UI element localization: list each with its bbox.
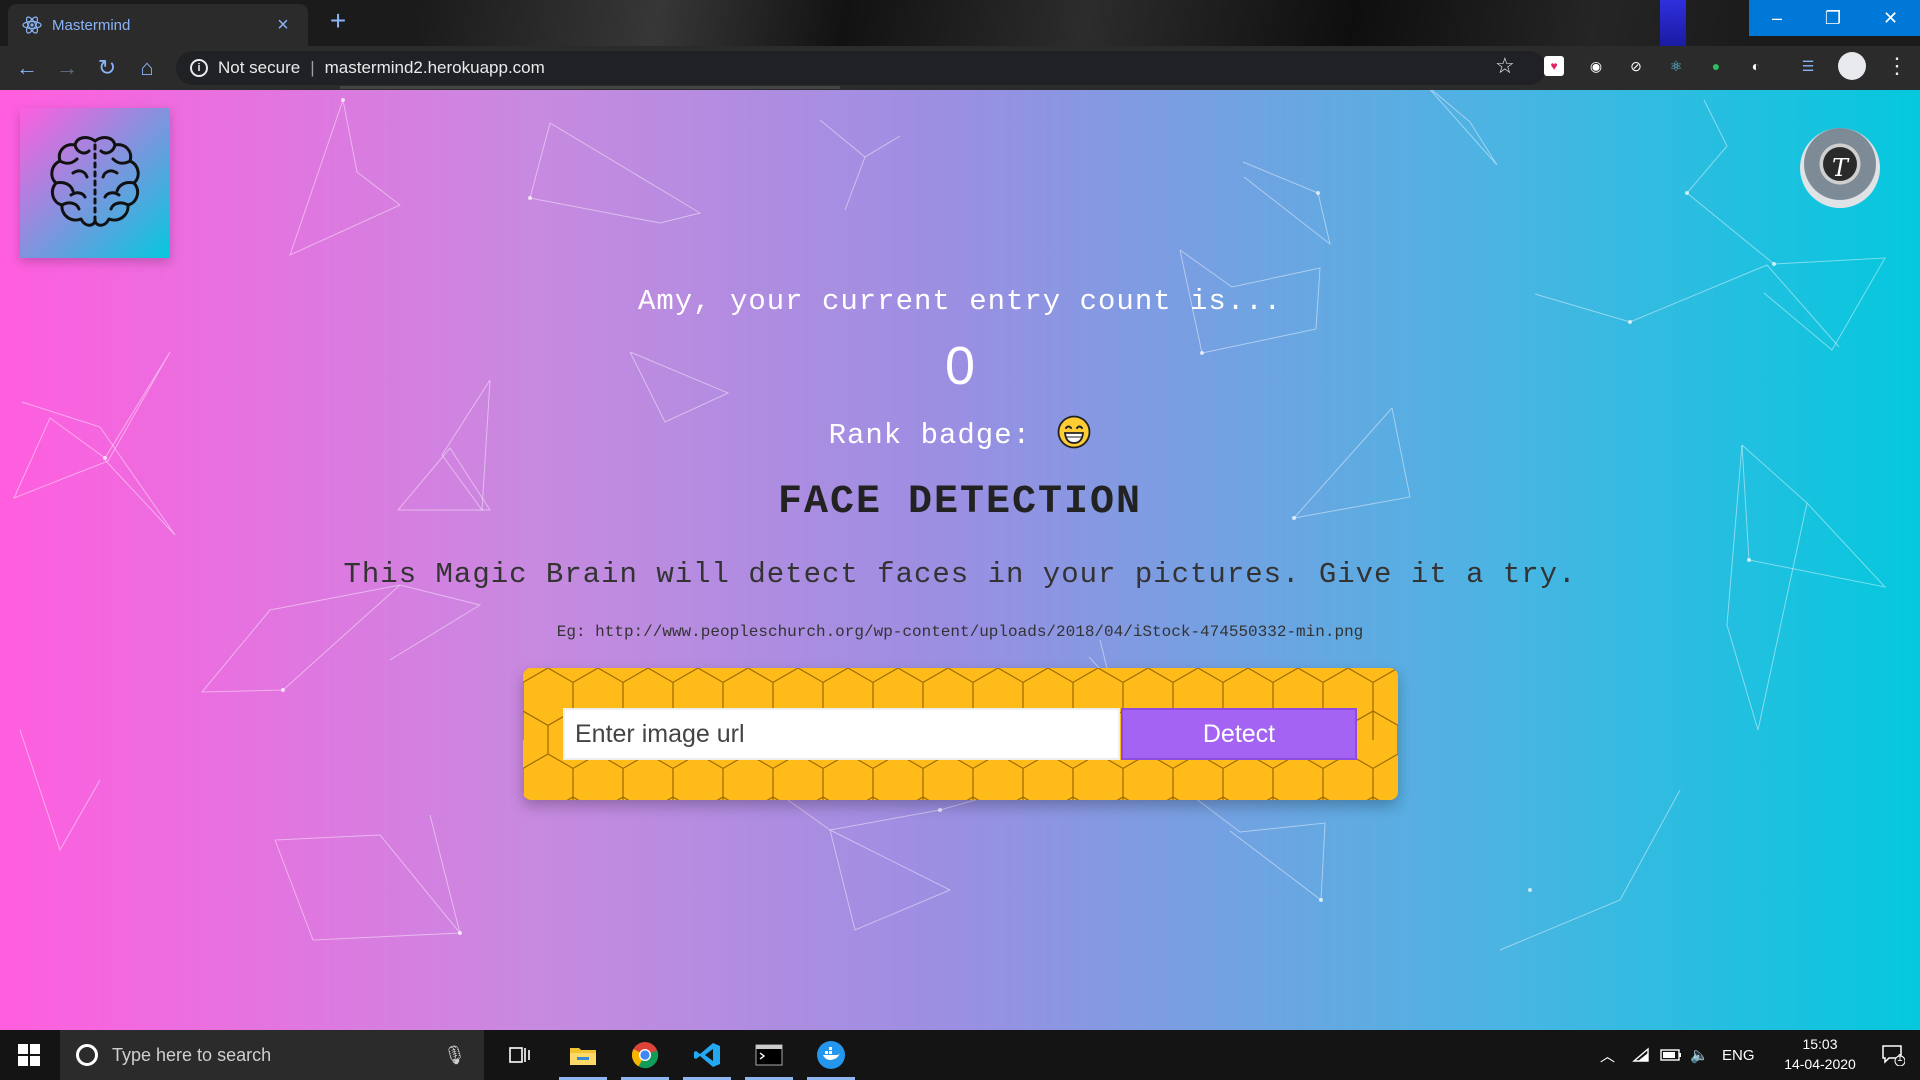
app-page: T Amy, your current entry count is... 0 … (0, 90, 1920, 1030)
user-avatar[interactable]: T (1800, 128, 1880, 208)
tab-title: Mastermind (52, 16, 131, 34)
forward-arrow-icon[interactable]: → (52, 53, 82, 83)
spy-extension-icon[interactable]: ◉ (1584, 54, 1608, 78)
bookmark-star-icon[interactable]: ☆ (1495, 53, 1515, 79)
example-url: Eg: http://www.peopleschurch.org/wp-cont… (556, 623, 1364, 641)
cortana-icon (76, 1044, 98, 1066)
block-extension-icon[interactable]: ⊘ (1624, 54, 1648, 78)
action-center-icon[interactable]: 1 (1866, 1030, 1920, 1080)
home-icon[interactable]: ⌂ (132, 53, 162, 83)
image-url-input[interactable] (563, 708, 1120, 760)
dark-mode-extension-icon[interactable]: ◐ (1744, 54, 1768, 78)
rank-badge-label: Rank badge: (828, 419, 1032, 452)
entry-count-greeting: Amy, your current entry count is... (637, 285, 1283, 318)
browser-menu-icon[interactable]: ⋮ (1886, 52, 1908, 80)
rank-badge: Rank badge: (0, 415, 1920, 452)
grinning-face-icon (1058, 415, 1091, 449)
language-indicator[interactable]: ENG (1722, 1030, 1755, 1080)
window-close-button[interactable]: ✕ (1861, 0, 1920, 36)
clock-date: 14-04-2020 (1784, 1056, 1856, 1072)
volume-icon[interactable]: 🔈 (1690, 1030, 1709, 1080)
microphone-icon[interactable]: 🎙 (443, 1045, 466, 1066)
back-arrow-icon[interactable]: ← (12, 53, 42, 83)
info-icon[interactable]: i (190, 59, 208, 77)
wifi-icon[interactable] (1632, 1030, 1650, 1080)
titlebar-background (420, 0, 1750, 46)
vscode-taskbar-icon[interactable] (679, 1030, 735, 1080)
windows-logo-icon (18, 1044, 40, 1066)
browser-profile-avatar[interactable] (1838, 52, 1866, 80)
tab-close-icon[interactable]: × (272, 15, 294, 35)
taskbar-clock[interactable]: 15:03 14-04-2020 (1775, 1034, 1865, 1074)
detect-form-panel: Detect (523, 668, 1398, 800)
windows-start-button[interactable] (0, 1030, 58, 1080)
taskbar-search-placeholder: Type here to search (112, 1044, 272, 1065)
clock-time: 15:03 (1802, 1036, 1838, 1052)
loading-indicator (340, 86, 840, 89)
show-hidden-icons-icon[interactable]: ︿ (1600, 1030, 1615, 1080)
docker-taskbar-icon[interactable] (803, 1030, 859, 1080)
address-bar[interactable]: i Not secure | mastermind2.herokuapp.com (176, 51, 1546, 85)
brain-logo (20, 108, 170, 258)
taskbar-search-box[interactable]: Type here to search 🎙 (60, 1030, 484, 1080)
reload-icon[interactable]: ↻ (92, 53, 122, 83)
react-favicon-icon (22, 15, 42, 35)
pocket-extension-icon[interactable]: ♥ (1544, 56, 1564, 76)
brain-icon (50, 136, 140, 227)
page-description: This Magic Brain will detect faces in yo… (343, 558, 1577, 591)
terminal-taskbar-icon[interactable] (741, 1030, 797, 1080)
avatar-initial: T (1831, 154, 1848, 182)
reading-list-icon[interactable]: ☰ (1796, 54, 1820, 78)
chrome-taskbar-icon[interactable] (617, 1030, 673, 1080)
evernote-extension-icon[interactable]: ● (1704, 54, 1728, 78)
security-label[interactable]: Not secure (218, 58, 300, 78)
page-heading: FACE DETECTION (777, 480, 1143, 525)
detect-button[interactable]: Detect (1121, 708, 1357, 760)
notification-count: 1 (1897, 1053, 1903, 1064)
task-view-icon[interactable] (492, 1030, 548, 1080)
entry-count-value: 0 (944, 336, 976, 396)
window-minimize-button[interactable]: – (1749, 0, 1805, 36)
file-explorer-icon[interactable] (555, 1030, 611, 1080)
browser-tab[interactable]: Mastermind × (8, 4, 308, 46)
new-tab-button[interactable]: + (324, 7, 352, 36)
window-restore-button[interactable]: ❐ (1805, 0, 1861, 36)
url-text[interactable]: mastermind2.herokuapp.com (325, 58, 545, 78)
battery-icon[interactable] (1660, 1030, 1682, 1080)
react-devtools-icon[interactable]: ⚛ (1664, 54, 1688, 78)
address-separator: | (310, 58, 315, 77)
